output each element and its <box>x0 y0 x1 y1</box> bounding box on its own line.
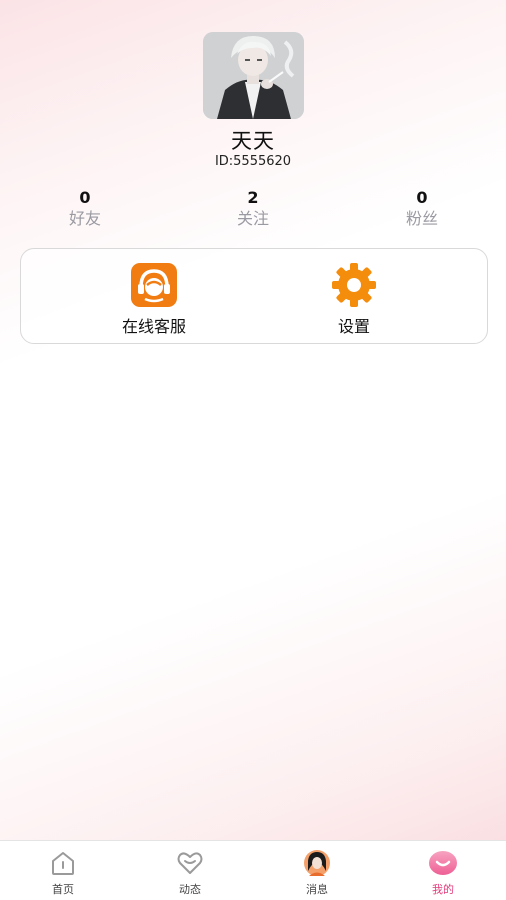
stat-fans-label: 粉丝 <box>405 209 438 228</box>
stat-following[interactable]: 2 关注 <box>203 188 303 230</box>
home-icon <box>52 852 74 875</box>
avatar-image <box>203 32 304 119</box>
tab-messages-label: 消息 <box>306 883 328 896</box>
smile-icon <box>429 851 457 875</box>
tab-home[interactable]: 首页 <box>23 849 103 897</box>
tab-moments-label: 动态 <box>179 883 201 896</box>
username: 天天 <box>231 129 275 153</box>
stats-row: 0 好友 2 关注 0 粉丝 <box>0 188 506 238</box>
tab-moments[interactable]: 动态 <box>150 849 230 897</box>
tab-home-label: 首页 <box>52 883 74 896</box>
tab-mine-label: 我的 <box>432 883 454 896</box>
stat-friends[interactable]: 0 好友 <box>35 188 135 230</box>
bottom-tabbar: 首页 动态 消息 我的 <box>0 840 506 900</box>
headset-icon <box>131 263 177 307</box>
actions-card: 在线客服 设置 <box>20 248 488 344</box>
stat-following-count: 2 <box>247 188 259 207</box>
tab-messages[interactable]: 消息 <box>277 849 357 897</box>
stat-friends-count: 0 <box>79 188 91 207</box>
stat-friends-label: 好友 <box>68 209 101 228</box>
tab-mine[interactable]: 我的 <box>403 849 483 897</box>
settings-label: 设置 <box>337 317 370 336</box>
user-id: ID:5555620 <box>214 154 292 169</box>
avatar[interactable] <box>203 32 304 119</box>
heart-chat-icon <box>177 852 203 874</box>
stat-following-label: 关注 <box>236 209 269 228</box>
message-avatar-icon <box>304 850 330 876</box>
gear-icon <box>332 263 376 307</box>
online-service-button[interactable]: 在线客服 <box>94 263 214 337</box>
settings-button[interactable]: 设置 <box>294 263 414 337</box>
stat-fans[interactable]: 0 粉丝 <box>372 188 472 230</box>
stat-fans-count: 0 <box>416 188 428 207</box>
online-service-label: 在线客服 <box>121 317 186 336</box>
